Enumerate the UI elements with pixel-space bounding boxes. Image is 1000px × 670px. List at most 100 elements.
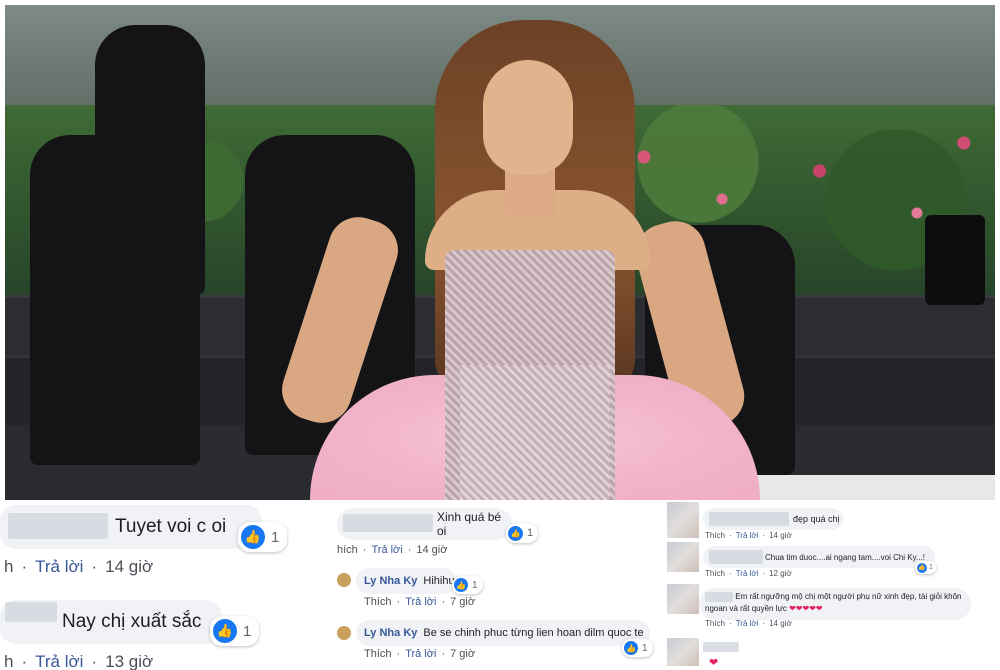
comment-time: 14 giờ bbox=[416, 544, 448, 556]
backpack bbox=[925, 215, 985, 305]
blurred-name bbox=[5, 602, 57, 622]
reply-bubble: Ly Nha Ky Hihihu bbox=[356, 568, 456, 594]
separator: · bbox=[21, 652, 28, 670]
separator: · bbox=[396, 648, 401, 660]
separator: · bbox=[91, 557, 98, 576]
like-link[interactable]: h bbox=[4, 557, 13, 577]
comments-column-1: Tuyet voi c oi 👍 1 h · Trả lời · 14 giờ … bbox=[0, 500, 325, 670]
separator: · bbox=[729, 569, 732, 578]
comment-text: Em rất ngưỡng mộ chị một người phụ nữ xi… bbox=[735, 592, 962, 601]
like-count: 1 bbox=[929, 564, 933, 571]
carpet-edge bbox=[735, 475, 995, 500]
separator: · bbox=[21, 557, 28, 576]
comment-bubble: Tuyet voi c oi bbox=[0, 505, 262, 549]
comment-text: Nay chị xuất sắc bbox=[62, 611, 202, 632]
comment-time: 14 giờ bbox=[105, 557, 154, 576]
like-count-badge[interactable]: 👍 1 bbox=[915, 561, 936, 574]
reply-link[interactable]: Trả lời bbox=[736, 531, 759, 540]
thumbs-up-icon: 👍 bbox=[454, 578, 468, 592]
blurred-avatar bbox=[667, 502, 699, 538]
comment-time: 12 giờ bbox=[769, 569, 792, 578]
like-count-badge[interactable]: 👍 1 bbox=[506, 523, 539, 543]
blurred-avatar bbox=[667, 638, 699, 666]
comment-text: đẹp quá chị bbox=[793, 514, 840, 524]
separator: · bbox=[762, 619, 766, 628]
comment-actions: hích · Trả lời · 14 giờ bbox=[337, 544, 447, 556]
like-count: 1 bbox=[472, 579, 478, 591]
comment-bubble: Chua tim duoc....ai ngang tam....voi Chi… bbox=[703, 546, 935, 568]
comment-bubble: đẹp quá chị bbox=[703, 508, 843, 530]
comment-bubble: Xinh quá bé oi bbox=[337, 508, 512, 540]
heart-emojis: ❤❤❤❤❤ bbox=[789, 604, 823, 613]
comment-time: 14 giờ bbox=[769, 619, 792, 628]
heart-icon: ❤ bbox=[709, 657, 719, 669]
comment-text: Tuyet voi c oi bbox=[115, 516, 227, 537]
comment-bubble: Em rất ngưỡng mộ chị một người phụ nữ xi… bbox=[699, 588, 971, 620]
reply-link[interactable]: Trả lời bbox=[736, 619, 759, 628]
like-count: 1 bbox=[527, 527, 534, 539]
like-count-badge[interactable]: 👍 1 bbox=[622, 639, 653, 657]
like-link[interactable]: Thích bbox=[364, 596, 392, 608]
comment-time: 14 giờ bbox=[769, 531, 792, 540]
like-link[interactable]: Thích bbox=[705, 531, 725, 540]
comment-time: 7 giờ bbox=[450, 648, 476, 660]
comment-text: Be se chinh phuc từng lien hoan dilm quo… bbox=[423, 627, 644, 639]
blurred-avatar bbox=[667, 584, 699, 614]
comment-time: 7 giờ bbox=[450, 596, 476, 608]
separator: · bbox=[396, 596, 401, 608]
thumbs-up-icon: 👍 bbox=[624, 641, 638, 655]
like-count-badge[interactable]: 👍 1 bbox=[210, 616, 260, 646]
comment-actions: h · Trả lời · 13 giờ bbox=[4, 652, 153, 670]
comment-actions: Thích · Trả lời · 14 giờ bbox=[705, 531, 792, 540]
reply-link[interactable]: Trả lời bbox=[405, 596, 436, 608]
comment-text: Chua tim duoc....ai ngang tam....voi Chi… bbox=[765, 552, 925, 562]
blurred-avatar bbox=[667, 542, 699, 572]
separator: · bbox=[762, 569, 766, 578]
like-link[interactable]: Thích bbox=[705, 569, 725, 578]
blurred-name bbox=[705, 591, 733, 602]
reply-bubble: Ly Nha Ky Be se chinh phuc từng lien hoa… bbox=[356, 620, 650, 646]
blurred-name bbox=[8, 513, 108, 539]
blurred-name bbox=[709, 550, 763, 564]
avatar[interactable] bbox=[337, 626, 351, 640]
separator: · bbox=[441, 596, 446, 608]
blurred-name bbox=[703, 642, 739, 652]
separator: · bbox=[407, 544, 412, 556]
like-link[interactable]: h bbox=[4, 652, 13, 670]
comments-collage: Tuyet voi c oi 👍 1 h · Trả lời · 14 giờ … bbox=[0, 500, 1000, 670]
reply-link[interactable]: Trả lời bbox=[371, 544, 402, 556]
photographer-left bbox=[30, 135, 200, 465]
reply-link[interactable]: Trả lời bbox=[736, 569, 759, 578]
like-link[interactable]: Thích bbox=[364, 648, 392, 660]
column-divider bbox=[326, 500, 329, 670]
comment-actions: h · Trả lời · 14 giờ bbox=[4, 557, 153, 577]
comments-column-3: đẹp quá chị Thích · Trả lời · 14 giờ Chu… bbox=[665, 500, 1000, 670]
red-carpet-photo bbox=[5, 5, 995, 500]
comment-actions: Thích · Trả lời · 14 giờ bbox=[705, 619, 792, 628]
separator: · bbox=[441, 648, 446, 660]
separator: · bbox=[91, 652, 98, 670]
woman-face bbox=[483, 60, 573, 175]
reply-link[interactable]: Trả lời bbox=[35, 652, 83, 670]
like-count: 1 bbox=[271, 528, 280, 546]
comment-actions: Thích · Trả lời · 7 giờ bbox=[364, 596, 475, 608]
like-link[interactable]: hích bbox=[337, 544, 358, 556]
reply-link[interactable]: Trả lời bbox=[405, 648, 436, 660]
like-count: 1 bbox=[642, 642, 648, 654]
commenter-name[interactable]: Ly Nha Ky bbox=[364, 575, 417, 587]
commenter-name[interactable]: Ly Nha Ky bbox=[364, 627, 417, 639]
like-count: 1 bbox=[243, 622, 252, 640]
blurred-name bbox=[709, 512, 789, 526]
like-count-badge[interactable]: 👍 1 bbox=[452, 576, 483, 594]
avatar[interactable] bbox=[337, 573, 351, 587]
sequin-skirt-front bbox=[460, 365, 610, 500]
comment-text: ngoan và rất quyền lực bbox=[705, 604, 787, 613]
like-link[interactable]: Thích bbox=[705, 619, 725, 628]
comment-actions: Thích · Trả lời · 12 giờ bbox=[705, 569, 792, 578]
reply-link[interactable]: Trả lời bbox=[35, 557, 83, 577]
comment-bubble: Nay chị xuất sắc bbox=[0, 600, 222, 644]
comment-text: Xinh quá bé oi bbox=[437, 510, 502, 538]
like-count-badge[interactable]: 👍 1 bbox=[238, 522, 288, 552]
blurred-name bbox=[343, 514, 433, 532]
comment-text: Hihihu bbox=[423, 575, 455, 587]
